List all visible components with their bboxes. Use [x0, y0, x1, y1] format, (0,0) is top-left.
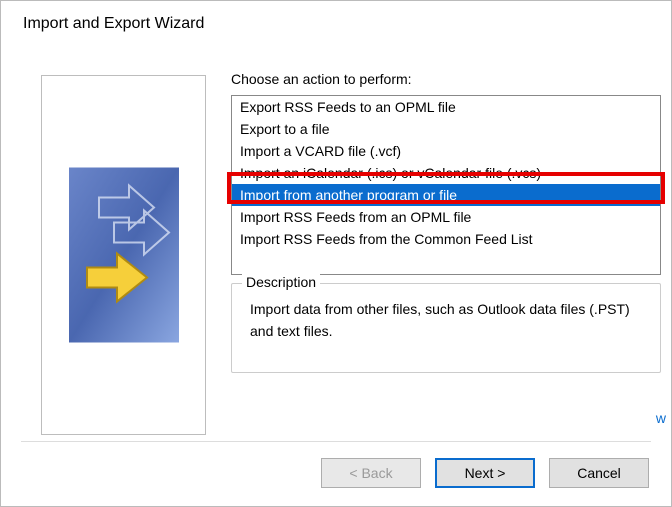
list-item[interactable]: Export to a file	[232, 118, 660, 140]
window-title: Import and Export Wizard	[23, 15, 204, 33]
list-item[interactable]: Import a VCARD file (.vcf)	[232, 140, 660, 162]
cropped-text-fragment: w	[656, 410, 666, 426]
description-legend: Description	[242, 274, 320, 290]
list-item[interactable]: Import an iCalendar (.ics) or vCalendar …	[232, 162, 660, 184]
wizard-buttons: < Back Next > Cancel	[321, 458, 649, 488]
cancel-button[interactable]: Cancel	[549, 458, 649, 488]
wizard-content: Choose an action to perform: Export RSS …	[31, 65, 651, 416]
back-button: < Back	[321, 458, 421, 488]
list-item[interactable]: Export RSS Feeds to an OPML file	[232, 96, 660, 118]
list-item[interactable]: Import RSS Feeds from the Common Feed Li…	[232, 228, 660, 250]
import-export-icon	[69, 168, 179, 343]
next-button[interactable]: Next >	[435, 458, 535, 488]
description-text: Import data from other files, such as Ou…	[250, 298, 646, 342]
wizard-illustration-frame	[41, 75, 206, 435]
action-listbox[interactable]: Export RSS Feeds to an OPML file Export …	[231, 95, 661, 275]
list-item-selected[interactable]: Import from another program or file	[232, 184, 660, 206]
action-label: Choose an action to perform:	[231, 71, 412, 87]
separator	[21, 441, 651, 442]
list-item[interactable]: Import RSS Feeds from an OPML file	[232, 206, 660, 228]
description-group: Description Import data from other files…	[231, 283, 661, 373]
